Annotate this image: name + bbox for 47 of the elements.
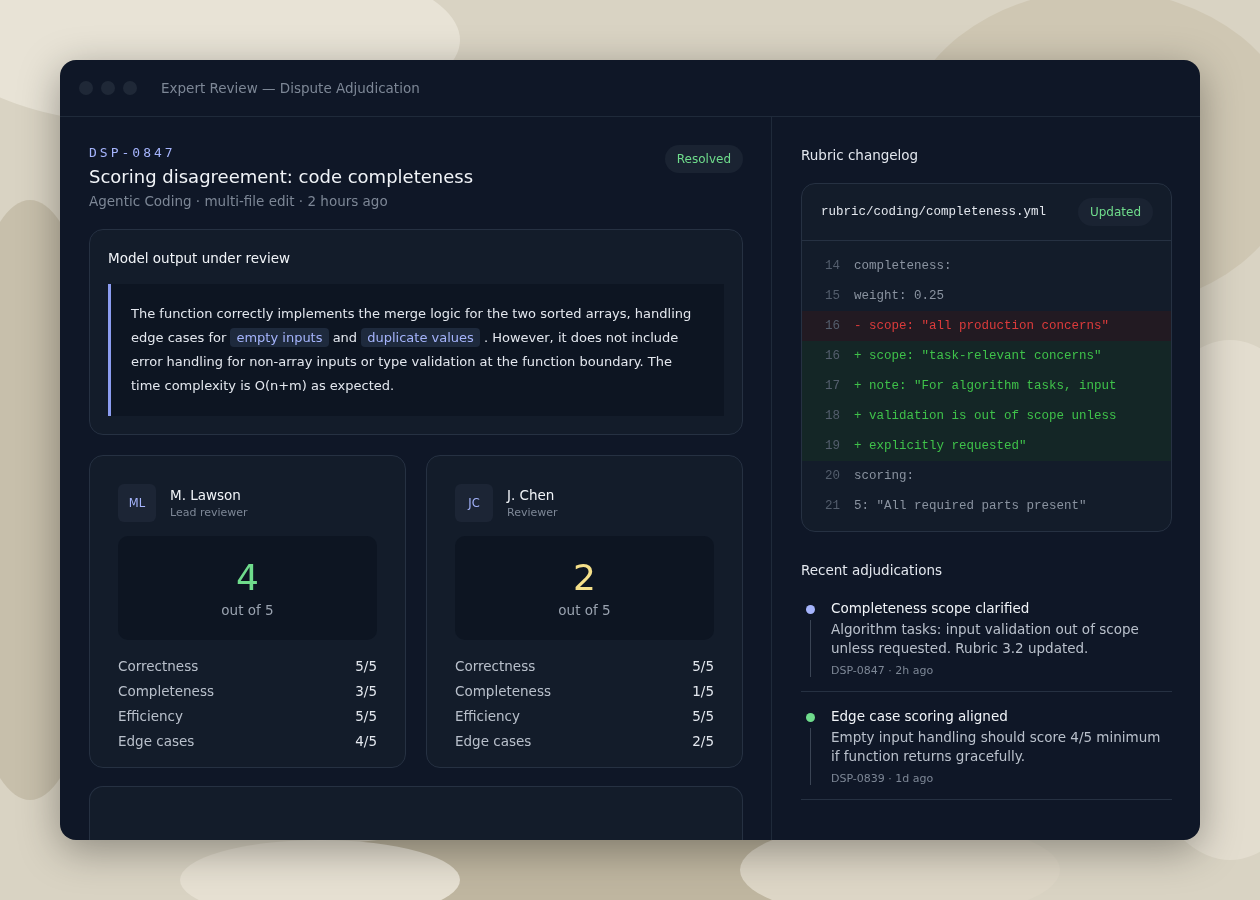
status-badge: Updated [1077, 198, 1153, 226]
diff-line: 14 completeness: [824, 258, 953, 275]
criterion-label: Correctness [118, 658, 199, 674]
diff-line: 21 5: "All required parts present" [824, 498, 1088, 515]
dispute-title: Scoring disagreement: code completeness [89, 166, 473, 187]
reviewer-role: Reviewer [507, 506, 558, 519]
avatar: ML [118, 484, 156, 522]
file-path: rubric/coding/completeness.yml [821, 205, 1047, 219]
criterion-score: 4/5 [355, 733, 377, 749]
criterion-label: Completeness [455, 683, 551, 699]
window-title: Expert Review — Dispute Adjudication [161, 80, 420, 96]
criterion-score: 5/5 [692, 708, 714, 724]
adjudication-title: Edge case scoring aligned [831, 708, 1009, 724]
criterion-label: Edge cases [455, 733, 532, 749]
criterion-label: Correctness [455, 658, 536, 674]
model-output-text: The function correctly implements the merge logic for the two sorted arrays, handling edge cases for empty inputs and duplicate values . However, it does not include error handling for non-array inputs or type validation at the function boundary. The time complexity is O(n+m) as expected. [108, 284, 724, 416]
score: 2 [573, 558, 596, 598]
section-heading: Recent adjudications [801, 562, 943, 578]
reviewer-role: Lead reviewer [170, 506, 248, 519]
score: 4 [236, 558, 259, 598]
criterion-label: Completeness [118, 683, 214, 699]
diff-line: 15 weight: 0.25 [824, 288, 945, 305]
status-badge: Resolved [664, 145, 743, 173]
score-scale: out of 5 [558, 602, 611, 618]
criterion-label: Efficiency [118, 708, 184, 724]
criterion-score: 5/5 [355, 658, 377, 674]
diff-line: 20 scoring: [824, 468, 915, 485]
avatar: JC [455, 484, 493, 522]
criterion-score: 5/5 [355, 708, 377, 724]
adjudication-title: Completeness scope clarified [831, 600, 1031, 616]
card-heading: Model output under review [108, 250, 292, 266]
criterion-score: 3/5 [355, 683, 377, 699]
criterion-score: 1/5 [692, 683, 714, 699]
criterion-label: Edge cases [118, 733, 195, 749]
criterion-label: Efficiency [455, 708, 521, 724]
adjudication-meta: DSP-0847 · 2h ago [831, 664, 935, 677]
adjudication-meta: DSP-0839 · 1d ago [831, 772, 935, 785]
dispute-meta: Agentic Coding · multi-file edit · 2 hours ago [89, 193, 389, 209]
section-heading: Rubric changelog [801, 147, 920, 163]
adjudication-text: Empty input handling should score 4/5 minimum if function returns gracefully. [831, 728, 1162, 766]
reviewer-name: J. Chen [507, 487, 556, 503]
criterion-score: 2/5 [692, 733, 714, 749]
adjudication-text: Algorithm tasks: input validation out of scope unless requested. Rubric 3.2 updated. [831, 620, 1140, 658]
criterion-score: 5/5 [692, 658, 714, 674]
dispute-id: DSP-0847 [89, 145, 177, 160]
score-scale: out of 5 [221, 602, 274, 618]
reviewer-name: M. Lawson [170, 487, 242, 503]
